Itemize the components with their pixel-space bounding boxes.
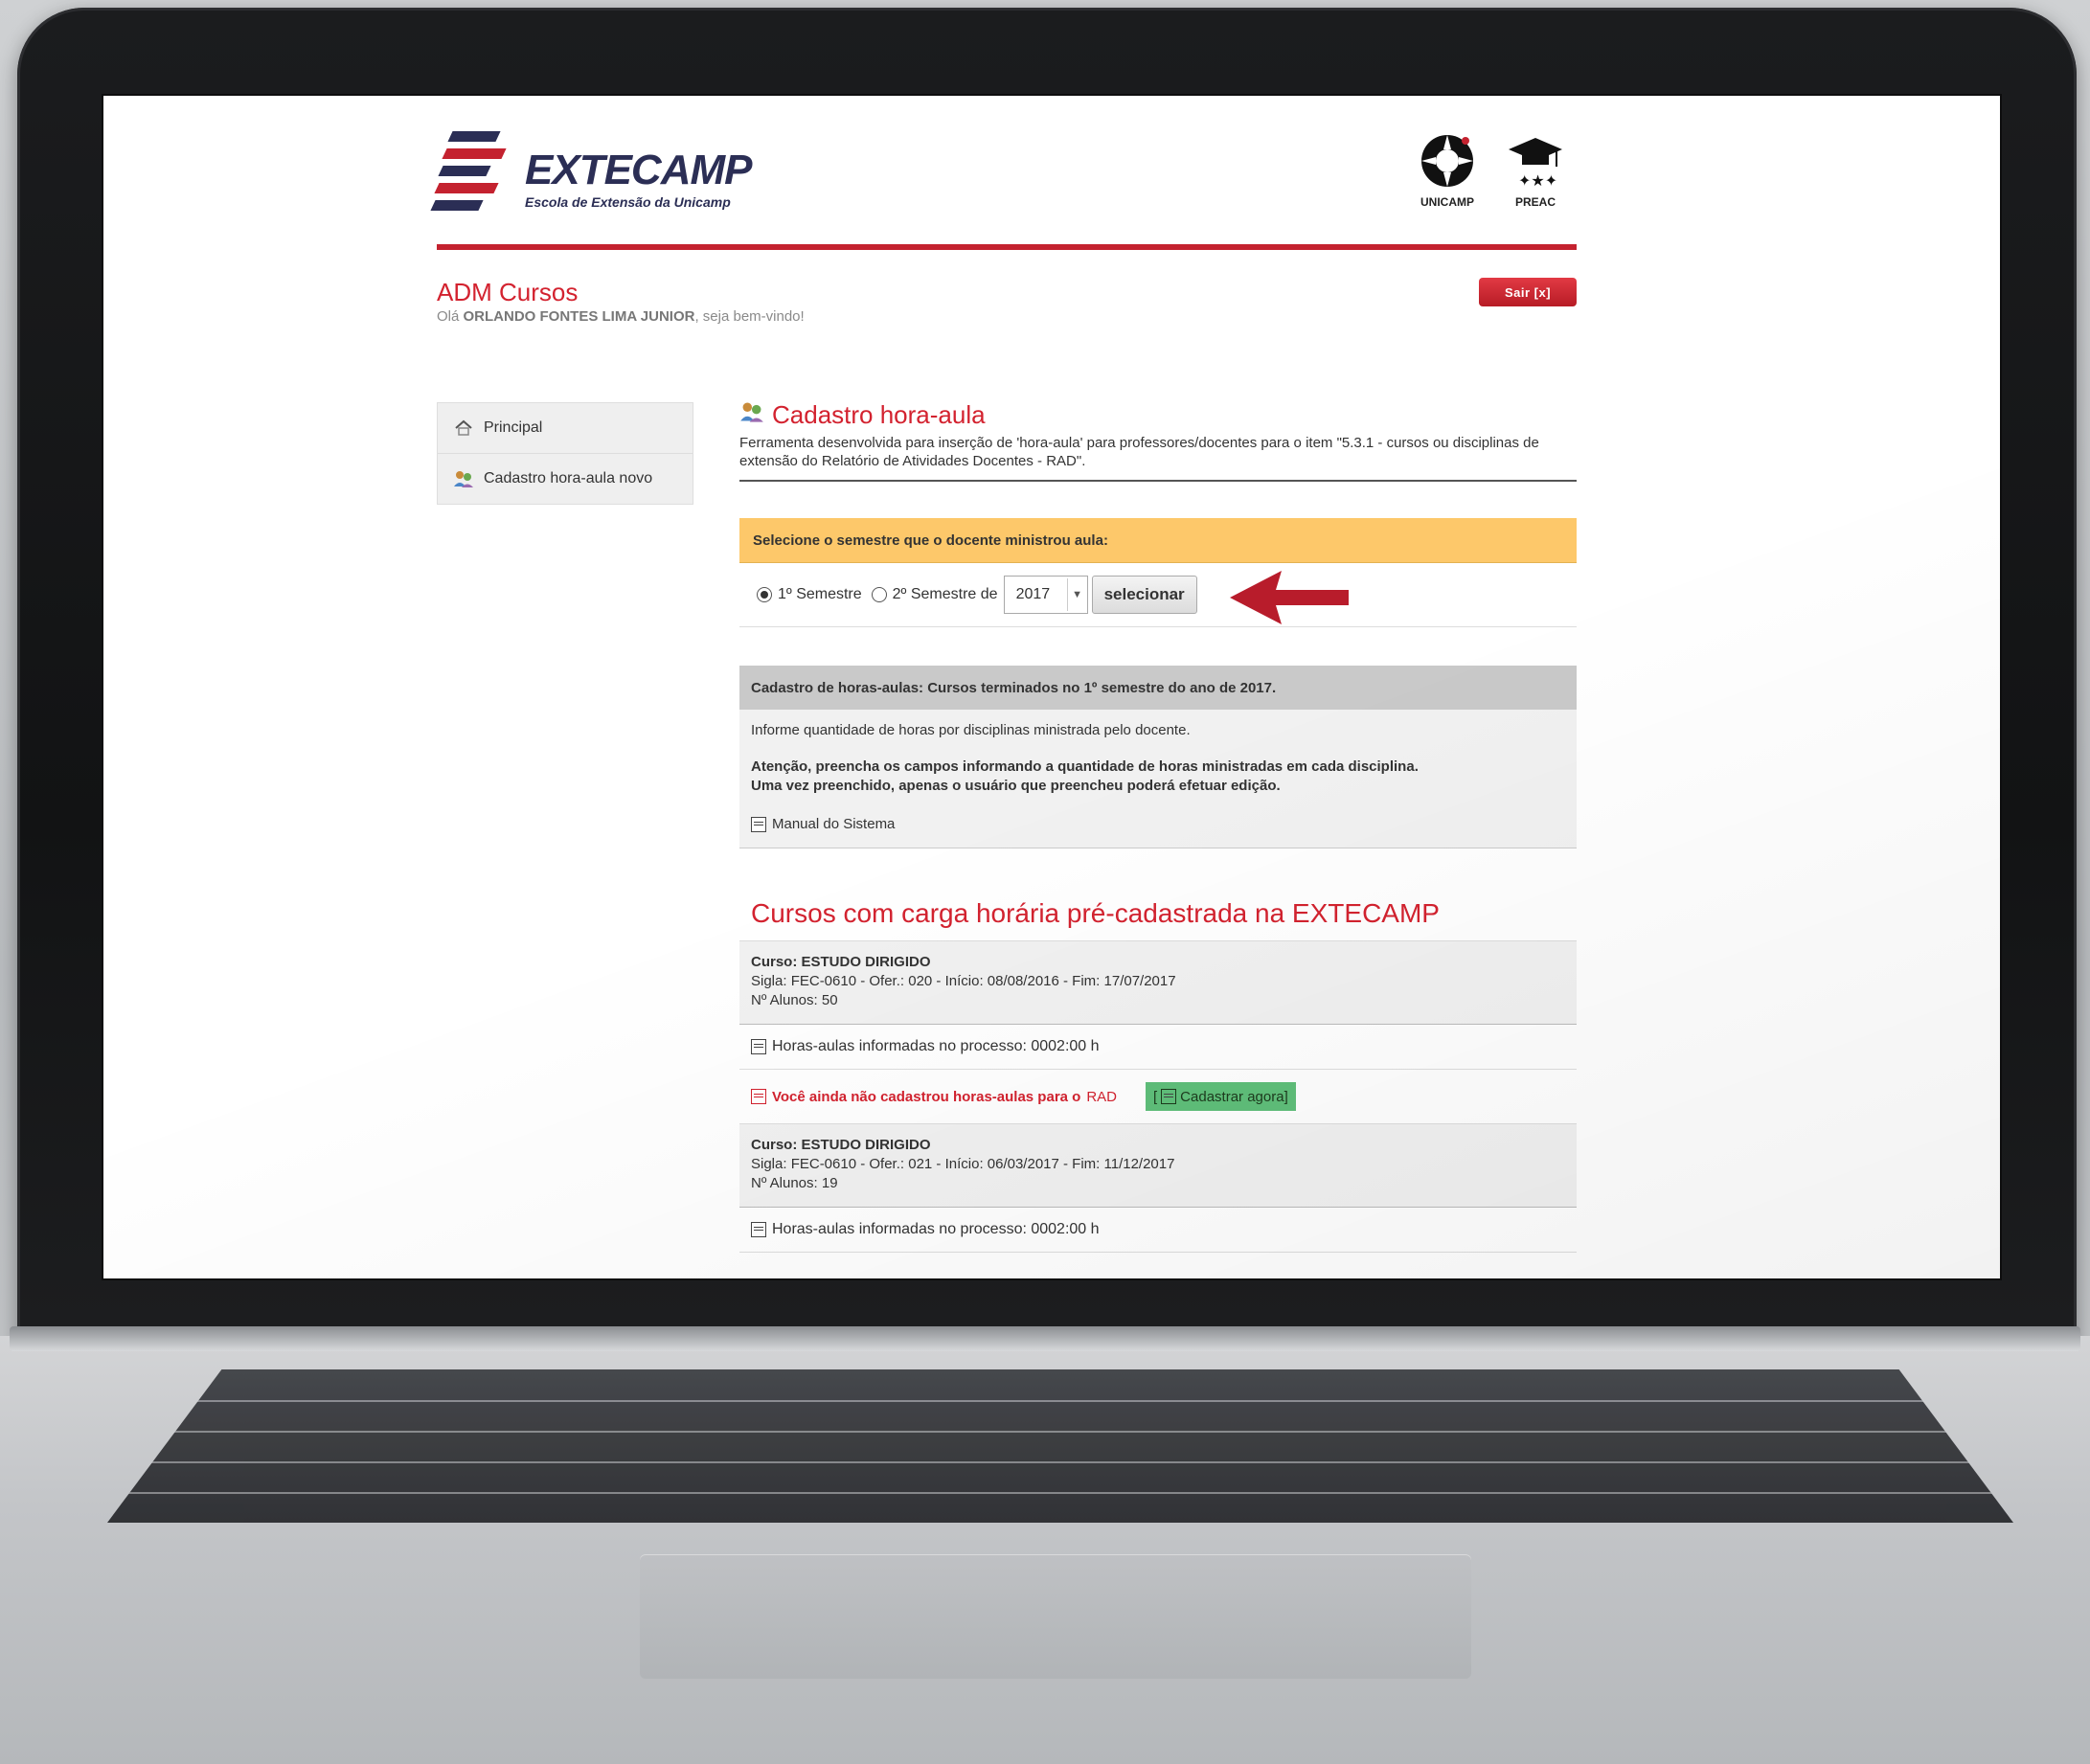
preac-label: PREAC: [1514, 195, 1556, 209]
welcome-message: Olá ORLANDO FONTES LIMA JUNIOR, seja bem…: [437, 308, 805, 325]
courses-title: Cursos com carga horária pré-cadastrada …: [739, 898, 1577, 941]
semester-1-label[interactable]: 1º Semestre: [778, 586, 862, 603]
extecamp-logo[interactable]: EXTECAMP Escola de Extensão da Unicamp: [430, 129, 752, 215]
info-heading: Cadastro de horas-aulas: Cursos terminad…: [739, 666, 1577, 710]
unicamp-logo[interactable]: UNICAMP: [1409, 132, 1486, 218]
header-divider: [437, 244, 1577, 250]
course-hours: Horas-aulas informadas no processo: 0002…: [739, 1025, 1577, 1070]
home-icon: [453, 418, 474, 439]
users-icon: [453, 468, 474, 489]
year-select[interactable]: 2017 ▼: [1003, 576, 1088, 614]
year-value: 2017: [1015, 586, 1051, 602]
svg-text:✦★✦: ✦★✦: [1518, 171, 1557, 190]
course-hours: Horas-aulas informadas no processo: 0002…: [739, 1208, 1577, 1253]
app-title: ADM Cursos: [437, 278, 579, 306]
course-warning: Você ainda não cadastrou horas-aulas par…: [739, 1070, 1577, 1124]
info-warning-line-1: Atenção, preencha os campos informando a…: [751, 758, 1419, 775]
sidebar-item-principal[interactable]: Principal: [438, 403, 693, 454]
sidebar-item-label: Cadastro hora-aula novo: [484, 470, 653, 486]
arrow-left-icon: [1230, 571, 1349, 624]
document-icon: [1161, 1089, 1177, 1104]
unicamp-emblem-icon: [1421, 135, 1473, 187]
logo-title: EXTECAMP: [525, 147, 752, 193]
users-icon: [739, 400, 764, 430]
course-details: Sigla: FEC-0610 - Ofer.: 020 - Início: 0…: [751, 973, 1176, 989]
laptop-hinge: [10, 1326, 2080, 1351]
page-description: Ferramenta desenvolvida para inserção de…: [739, 435, 1539, 469]
course-warning-text: Você ainda não cadastrou horas-aulas par…: [772, 1088, 1081, 1105]
register-now-button[interactable]: [ Cadastrar agora]: [1146, 1082, 1296, 1111]
register-bracket: [: [1153, 1088, 1158, 1105]
greeting-suffix: , seja bem-vindo!: [694, 308, 805, 325]
sidebar-item-label: Principal: [484, 419, 543, 436]
course-hours-text: Horas-aulas informadas no processo: 0002…: [772, 1038, 1100, 1054]
document-icon: [751, 817, 766, 832]
page-title: Cadastro hora-aula: [739, 400, 1577, 430]
course-name: Curso: ESTUDO DIRIGIDO: [751, 1137, 931, 1153]
course-warning-tag: RAD: [1086, 1088, 1117, 1105]
sidebar: Principal Cadastro hora-aula novo: [437, 402, 693, 505]
laptop-trackpad: [640, 1554, 1471, 1679]
partner-logos: UNICAMP ✦★✦ PREAC: [1409, 132, 1577, 218]
info-panel: Informe quantidade de horas por discipli…: [739, 710, 1577, 848]
user-name: ORLANDO FONTES LIMA JUNIOR: [463, 308, 695, 325]
unicamp-label: UNICAMP: [1420, 195, 1474, 209]
preac-logo[interactable]: ✦★✦ PREAC: [1497, 132, 1574, 218]
course-students: Nº Alunos: 50: [751, 992, 838, 1008]
course-details: Sigla: FEC-0610 - Ofer.: 021 - Início: 0…: [751, 1156, 1175, 1172]
manual-link-label[interactable]: Manual do Sistema: [772, 815, 895, 834]
title-divider: [739, 480, 1577, 482]
manual-link[interactable]: Manual do Sistema: [751, 815, 1565, 834]
semester-1-radio[interactable]: [757, 587, 772, 602]
logo-subtitle: Escola de Extensão da Unicamp: [525, 194, 731, 210]
select-button[interactable]: selecionar: [1091, 576, 1197, 614]
laptop-keyboard: [107, 1369, 2013, 1523]
semester-2-label[interactable]: 2º Semestre de: [893, 586, 998, 603]
chevron-down-icon[interactable]: ▼: [1066, 578, 1087, 611]
info-warning: Atenção, preencha os campos informando a…: [751, 758, 1565, 796]
course-hours-text: Horas-aulas informadas no processo: 0002…: [772, 1221, 1100, 1237]
logout-button[interactable]: Sair [x]: [1479, 278, 1577, 306]
logo-bars-icon: [430, 129, 513, 211]
document-icon: [751, 1222, 766, 1237]
document-icon: [751, 1039, 766, 1054]
info-warning-line-2: Uma vez preenchido, apenas o usuário que…: [751, 778, 1281, 794]
info-instruction: Informe quantidade de horas por discipli…: [751, 722, 1191, 738]
course-card: Curso: ESTUDO DIRIGIDO Sigla: FEC-0610 -…: [739, 1124, 1577, 1208]
main-content: Cadastro hora-aula Ferramenta desenvolvi…: [739, 400, 1577, 1253]
browser-screen: EXTECAMP Escola de Extensão da Unicamp U…: [103, 96, 2000, 1278]
course-card: Curso: ESTUDO DIRIGIDO Sigla: FEC-0610 -…: [739, 941, 1577, 1025]
course-name: Curso: ESTUDO DIRIGIDO: [751, 954, 931, 970]
sidebar-item-cadastro[interactable]: Cadastro hora-aula novo: [438, 454, 693, 504]
semester-selector: 1º Semestre 2º Semestre de 2017 ▼ seleci…: [739, 563, 1577, 627]
page-title-text: Cadastro hora-aula: [772, 400, 986, 429]
semester-2-radio[interactable]: [871, 587, 887, 602]
document-icon: [751, 1089, 766, 1104]
register-now-label: Cadastrar agora]: [1180, 1088, 1288, 1105]
greeting-prefix: Olá: [437, 308, 460, 325]
graduation-cap-icon: ✦★✦: [1509, 138, 1562, 190]
course-students: Nº Alunos: 19: [751, 1175, 838, 1191]
semester-prompt: Selecione o semestre que o docente minis…: [739, 518, 1577, 563]
